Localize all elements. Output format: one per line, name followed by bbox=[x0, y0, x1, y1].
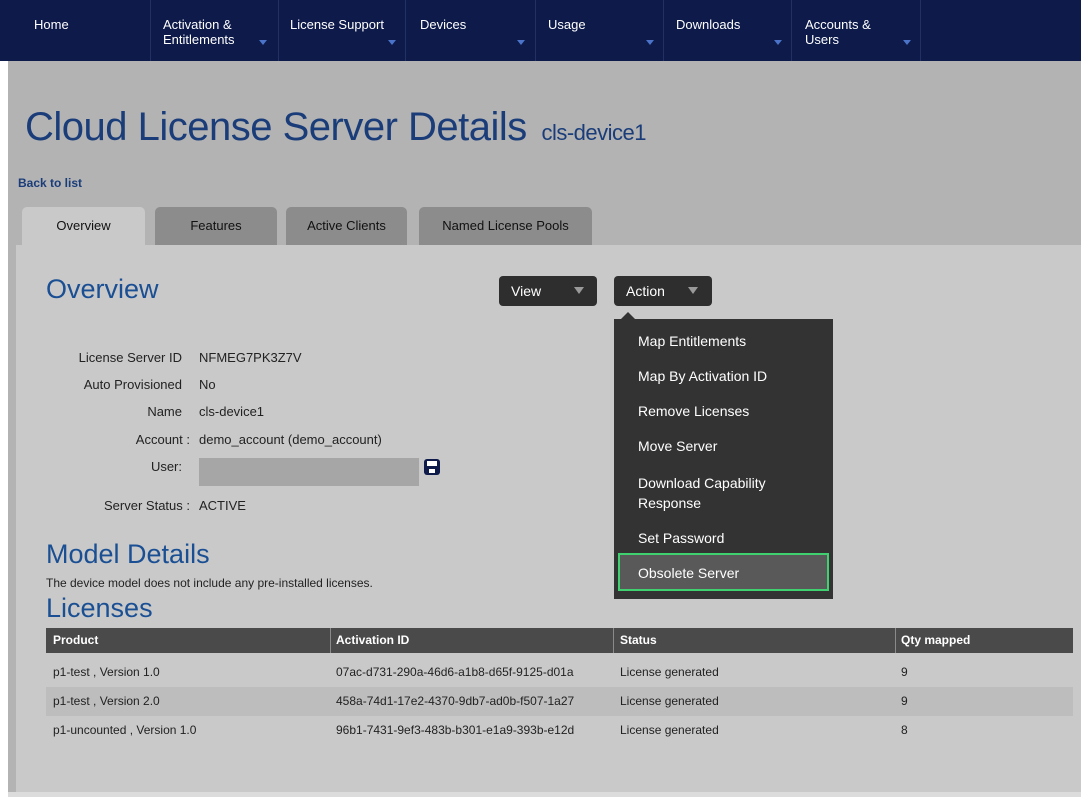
table-cell-activation-id: 96b1-7431-9ef3-483b-b301-e1a9-393b-e12d bbox=[336, 723, 575, 737]
menu-item-set-password[interactable]: Set Password bbox=[638, 528, 724, 548]
chevron-down-icon bbox=[388, 40, 396, 45]
auto-provisioned-label: Auto Provisioned bbox=[83, 377, 182, 392]
top-navigation: Home Activation & Entitlements License S… bbox=[0, 0, 1081, 61]
nav-divider bbox=[405, 0, 406, 61]
chevron-down-icon bbox=[774, 40, 782, 45]
table-cell-product: p1-test , Version 2.0 bbox=[53, 694, 160, 708]
chevron-down-icon bbox=[517, 40, 525, 45]
table-cell-qty: 9 bbox=[901, 665, 908, 679]
table-cell-activation-id: 458a-74d1-17e2-4370-9db7-ad0b-f507-1a27 bbox=[336, 694, 575, 708]
user-label: User: bbox=[150, 459, 182, 474]
licenses-heading: Licenses bbox=[46, 593, 153, 623]
menu-item-map-entitlements[interactable]: Map Entitlements bbox=[638, 331, 746, 351]
menu-item-remove-licenses[interactable]: Remove Licenses bbox=[638, 401, 749, 421]
name-label: Name bbox=[147, 404, 182, 419]
nav-divider bbox=[535, 0, 536, 61]
table-cell-qty: 9 bbox=[901, 694, 908, 708]
column-header-activation-id[interactable]: Activation ID bbox=[336, 628, 409, 653]
model-details-description: The device model does not include any pr… bbox=[46, 576, 373, 590]
nav-home[interactable]: Home bbox=[24, 0, 150, 61]
table-cell-product: p1-uncounted , Version 1.0 bbox=[53, 723, 197, 737]
menu-item-move-server[interactable]: Move Server bbox=[638, 436, 717, 456]
tab-overview[interactable]: Overview bbox=[22, 207, 145, 245]
model-details-heading: Model Details bbox=[46, 539, 210, 569]
nav-usage-label: Usage bbox=[548, 17, 586, 32]
nav-devices-label: Devices bbox=[420, 17, 467, 32]
page-title-text: Cloud License Server Details bbox=[25, 105, 527, 149]
column-divider bbox=[613, 628, 614, 653]
nav-activation-entitlements-label: Activation & Entitlements bbox=[163, 17, 235, 47]
nav-downloads[interactable]: Downloads bbox=[666, 0, 791, 61]
nav-activation-entitlements[interactable]: Activation & Entitlements bbox=[153, 0, 278, 61]
view-button[interactable]: View bbox=[499, 276, 597, 306]
page-title: Cloud License Server Details cls-device1 bbox=[25, 105, 646, 150]
save-icon[interactable] bbox=[424, 459, 440, 475]
table-cell-status: License generated bbox=[620, 694, 719, 708]
tab-named-license-pools[interactable]: Named License Pools bbox=[419, 207, 592, 245]
nav-divider bbox=[278, 0, 279, 61]
view-button-label: View bbox=[511, 283, 542, 299]
user-input[interactable] bbox=[199, 458, 419, 486]
account-value: demo_account (demo_account) bbox=[199, 432, 382, 447]
license-server-id-label: License Server ID bbox=[78, 350, 182, 365]
nav-divider bbox=[791, 0, 792, 61]
nav-devices[interactable]: Devices bbox=[410, 0, 535, 61]
tab-active-clients[interactable]: Active Clients bbox=[286, 207, 407, 245]
menu-item-download-capability-response[interactable]: Download Capability Response bbox=[638, 473, 766, 513]
back-to-list-link[interactable]: Back to list bbox=[18, 176, 82, 190]
table-cell-qty: 8 bbox=[901, 723, 908, 737]
menu-item-obsolete-server[interactable]: Obsolete Server bbox=[638, 563, 739, 583]
nav-accounts-users[interactable]: Accounts & Users bbox=[795, 0, 920, 61]
column-divider bbox=[330, 628, 331, 653]
nav-license-support[interactable]: License Support bbox=[280, 0, 405, 61]
nav-divider bbox=[920, 0, 921, 61]
license-server-id-value: NFMEG7PK3Z7V bbox=[199, 350, 302, 365]
server-status-value: ACTIVE bbox=[199, 498, 246, 513]
nav-usage[interactable]: Usage bbox=[538, 0, 663, 61]
page-subtitle: cls-device1 bbox=[541, 120, 646, 145]
server-status-label: Server Status : bbox=[104, 498, 190, 513]
nav-accounts-users-label: Accounts & Users bbox=[805, 17, 871, 47]
column-header-qty-mapped[interactable]: Qty mapped bbox=[901, 628, 970, 653]
action-button-label: Action bbox=[626, 283, 665, 299]
chevron-down-icon bbox=[688, 287, 698, 294]
table-cell-activation-id: 07ac-d731-290a-46d6-a1b8-d65f-9125-d01a bbox=[336, 665, 574, 679]
nav-license-support-label: License Support bbox=[290, 17, 384, 32]
action-button[interactable]: Action bbox=[614, 276, 712, 306]
name-value: cls-device1 bbox=[199, 404, 265, 419]
page-bottom-border bbox=[8, 792, 1081, 797]
auto-provisioned-value: No bbox=[199, 377, 216, 392]
chevron-down-icon bbox=[259, 40, 267, 45]
column-header-status[interactable]: Status bbox=[620, 628, 657, 653]
chevron-down-icon bbox=[646, 40, 654, 45]
overview-heading: Overview bbox=[46, 274, 159, 304]
table-cell-status: License generated bbox=[620, 665, 719, 679]
chevron-down-icon bbox=[903, 40, 911, 45]
menu-pointer bbox=[621, 312, 635, 319]
column-header-product[interactable]: Product bbox=[53, 628, 98, 653]
table-cell-status: License generated bbox=[620, 723, 719, 737]
nav-divider bbox=[150, 0, 151, 61]
column-divider bbox=[895, 628, 896, 653]
nav-downloads-label: Downloads bbox=[676, 17, 741, 32]
menu-item-map-by-activation-id[interactable]: Map By Activation ID bbox=[638, 366, 767, 386]
table-cell-product: p1-test , Version 1.0 bbox=[53, 665, 160, 679]
nav-home-label: Home bbox=[34, 17, 69, 32]
nav-divider bbox=[663, 0, 664, 61]
chevron-down-icon bbox=[574, 287, 584, 294]
tab-features[interactable]: Features bbox=[155, 207, 277, 245]
account-label: Account : bbox=[135, 432, 190, 447]
